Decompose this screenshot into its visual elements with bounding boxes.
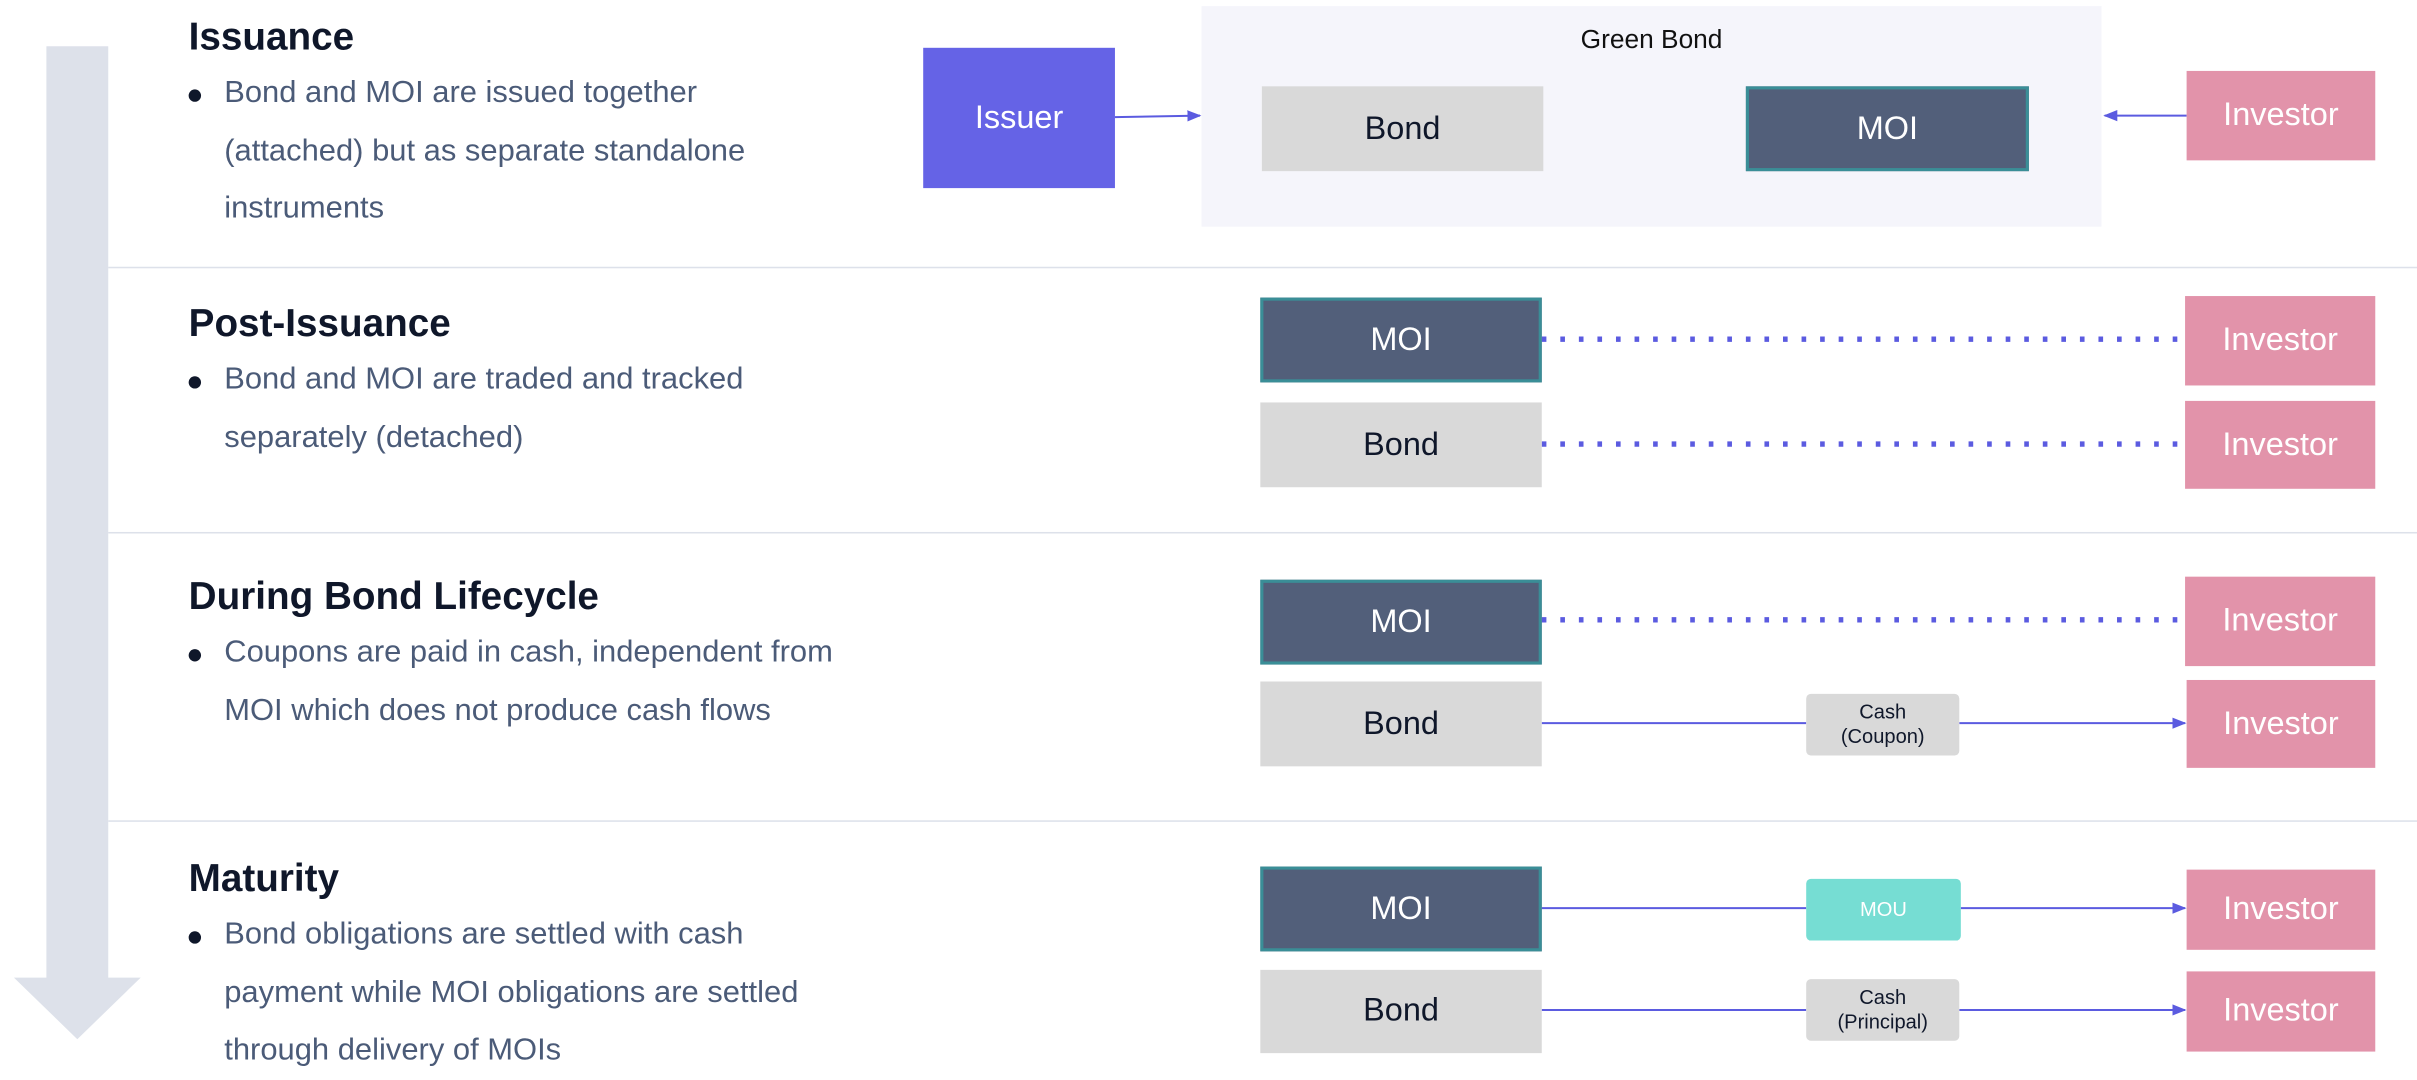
life-moi-node: MOI: [1260, 579, 1542, 665]
mat-bond-node: Bond: [1260, 969, 1542, 1054]
post-bond-node: Bond: [1260, 402, 1542, 488]
issuance-moi-node: MOI: [1745, 86, 2029, 172]
stage-title-post-issuance: Post-Issuance: [188, 302, 451, 346]
coupon-cash-line1: Cash: [1859, 700, 1907, 724]
mat-moi-investor-node: Investor: [2186, 869, 2376, 950]
issuer-node: Issuer: [923, 47, 1115, 189]
coupon-cash-label: Cash (Coupon): [1806, 693, 1960, 756]
stage-title-issuance: Issuance: [188, 15, 355, 59]
stage-bullet-issuance: Bond and MOI are issued together (attach…: [187, 65, 759, 238]
stage-bullet-lifecycle: Coupons are paid in cash, independent fr…: [187, 624, 844, 740]
mat-moi-node: MOI: [1260, 866, 1542, 952]
mou-label: MOU: [1806, 878, 1961, 941]
diagram-canvas: Issuance Bond and MOI are issued togethe…: [0, 0, 2417, 1067]
mat-bond-investor-node: Investor: [2186, 971, 2376, 1052]
green-bond-label: Green Bond: [1580, 24, 1723, 54]
life-moi-investor-node: Investor: [2185, 576, 2376, 667]
coupon-cash-line2: (Coupon): [1840, 724, 1925, 748]
issuance-bond-node: Bond: [1261, 86, 1544, 172]
stage-bullet-post-issuance: Bond and MOI are traded and tracked sepa…: [187, 352, 759, 468]
stage-title-maturity: Maturity: [188, 857, 340, 901]
stage-bullet-maturity: Bond obligations are settled with cash p…: [187, 907, 833, 1080]
post-bond-investor-node: Investor: [2185, 400, 2376, 489]
issuance-investor-node: Investor: [2186, 70, 2376, 161]
principal-cash-line2: (Principal): [1837, 1009, 1928, 1034]
life-bond-node: Bond: [1260, 681, 1542, 767]
stage-title-lifecycle: During Bond Lifecycle: [188, 575, 599, 619]
principal-cash-label: Cash (Principal): [1806, 979, 1960, 1041]
post-moi-investor-node: Investor: [2185, 296, 2376, 386]
principal-cash-line1: Cash: [1859, 985, 1907, 1009]
post-moi-node: MOI: [1260, 297, 1542, 383]
issuer-to-bond-arrow: [1114, 110, 1202, 122]
life-bond-investor-node: Investor: [2186, 679, 2376, 768]
